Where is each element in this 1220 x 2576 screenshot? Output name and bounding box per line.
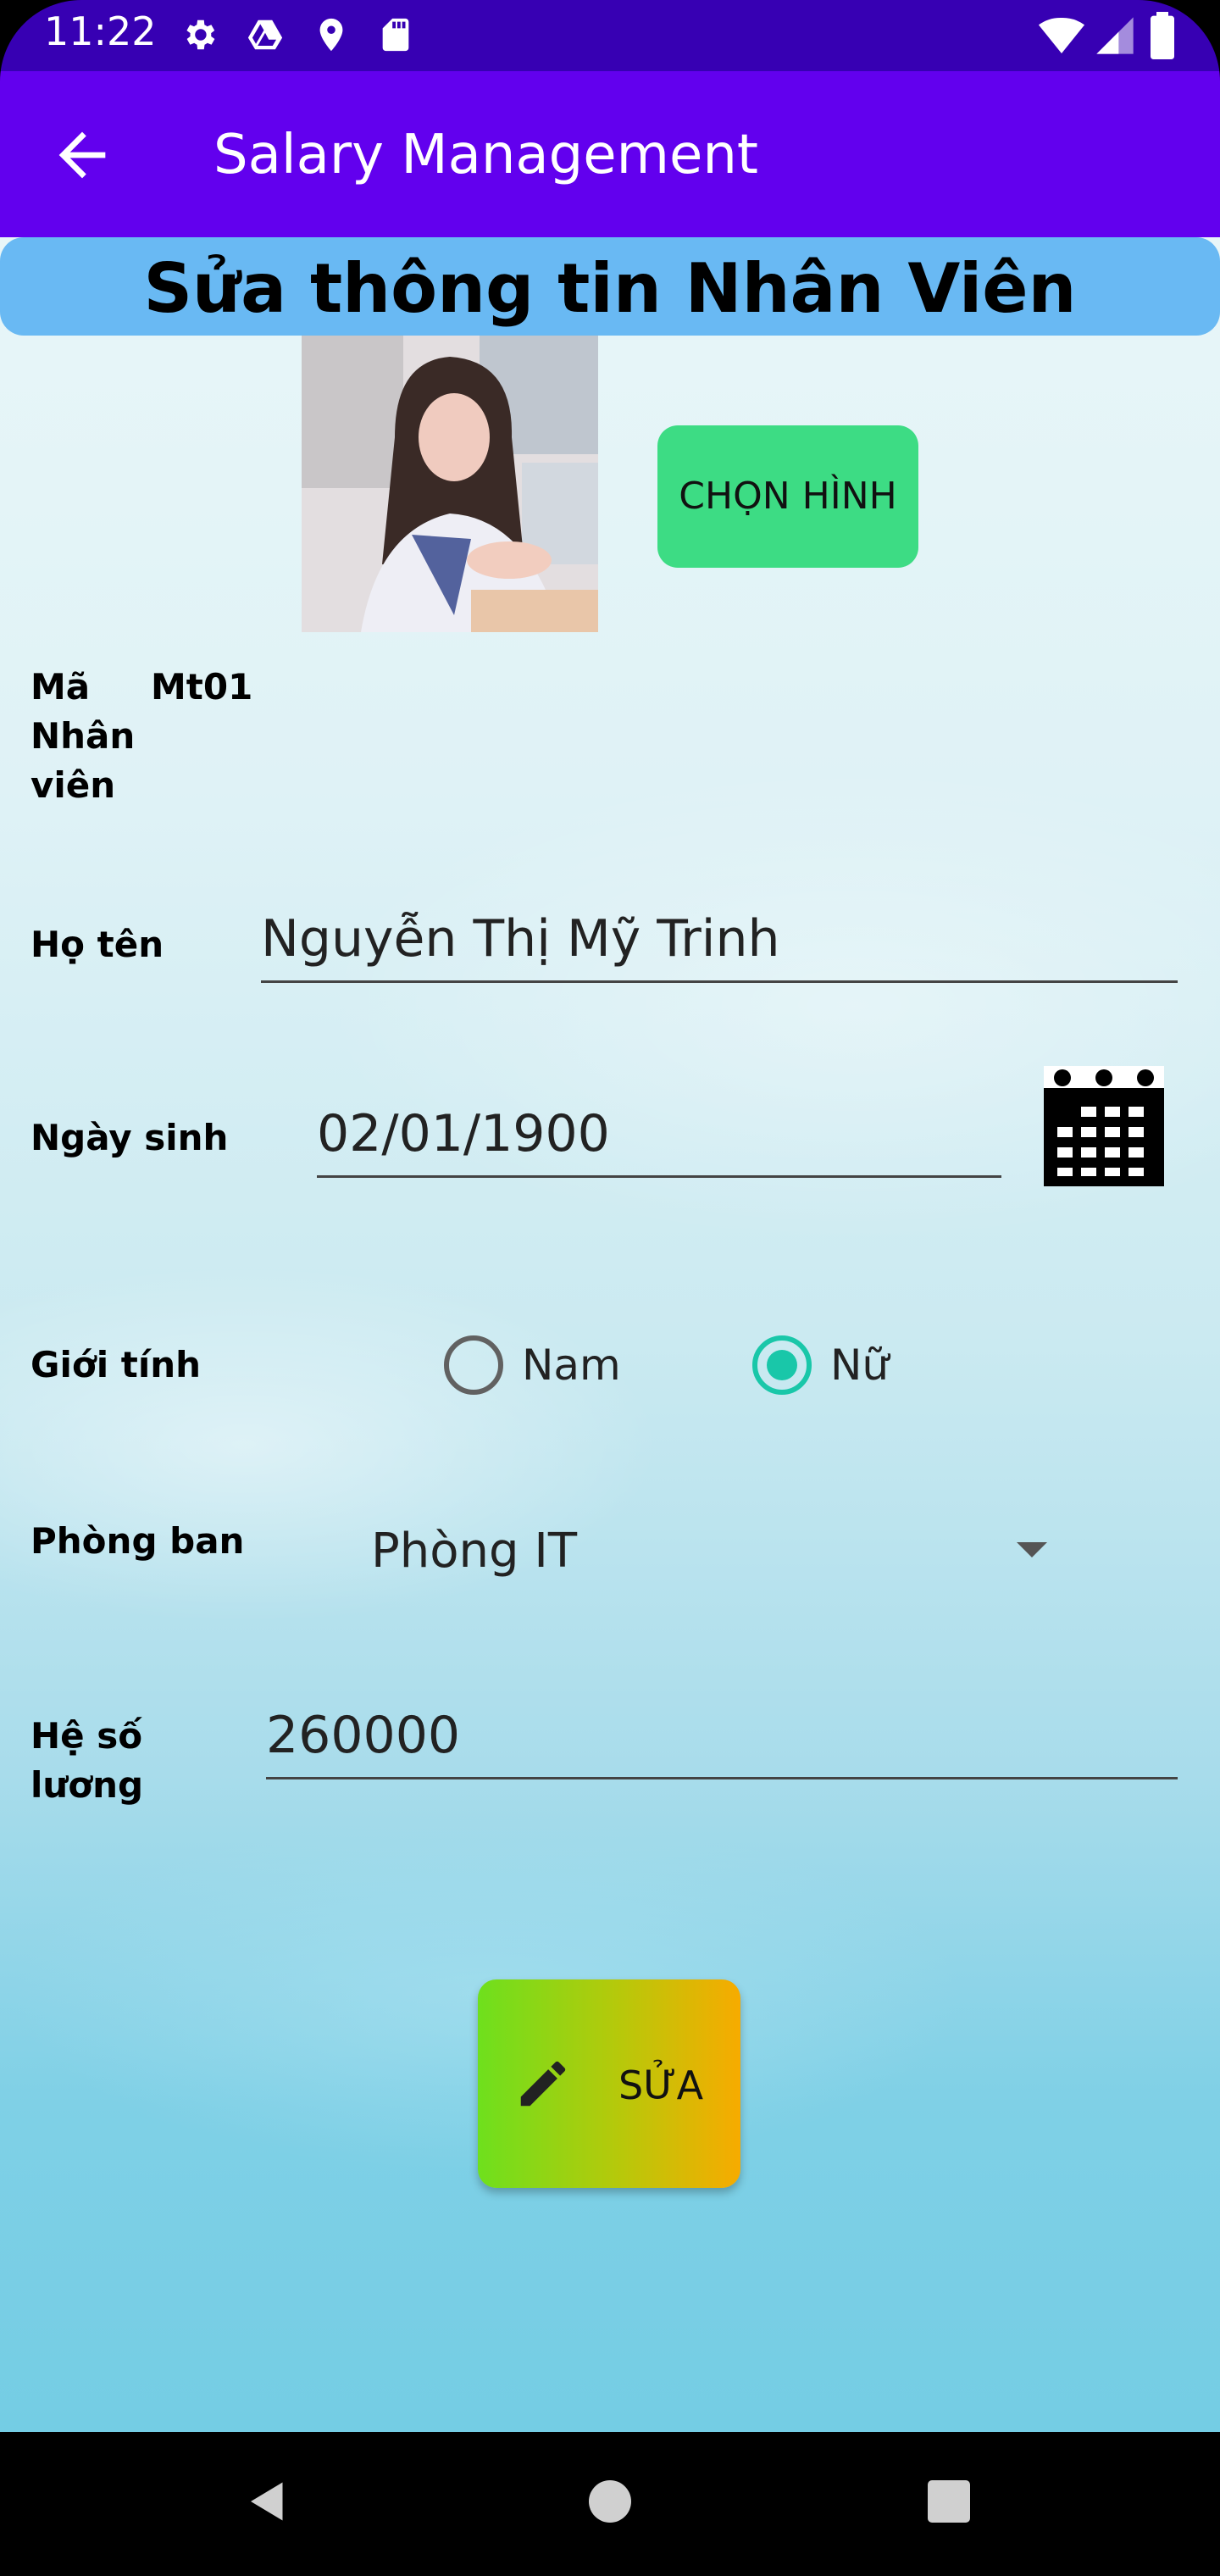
salary-coefficient-label: Hệ số lương [30,1715,144,1806]
edit-submit-label: SỬA [618,2062,704,2108]
edit-submit-button[interactable]: SỬA [478,1979,740,2188]
gender-label: Giới tính [30,1344,202,1385]
nav-back-icon[interactable] [242,2476,293,2527]
sd-card-icon [382,18,409,52]
heading-banner: Sửa thông tin Nhân Viên [0,237,1220,336]
full-name-value: Nguyễn Thị Mỹ Trinh [261,909,780,969]
department-selected-value: Phòng IT [371,1524,578,1579]
location-icon [319,18,343,52]
gender-option-label: Nữ [830,1341,890,1390]
birth-date-label: Ngày sinh [30,1117,229,1158]
phone-screen: 11:22 Salary Management Sửa thông tin Nh… [0,0,1220,2576]
gender-option-label: Nam [522,1341,621,1390]
back-arrow-icon[interactable] [47,120,117,190]
gear-icon [186,19,215,50]
edit-employee-form: Sửa thông tin Nhân Viên CHỌN HÌNH Mã Nhâ… [0,237,1220,2432]
radio-unchecked-icon [444,1335,503,1395]
employee-photo [302,336,598,632]
employee-id-value: Mt01 [151,666,253,708]
radio-selected-dot [767,1350,797,1380]
status-bar: 11:22 [0,0,1220,71]
app-bar: Salary Management [0,71,1220,237]
signal-icon [1096,17,1134,54]
wifi-icon [1038,17,1085,53]
birth-date-value: 02/01/1900 [317,1104,610,1163]
status-time: 11:22 [44,8,157,54]
drive-icon [247,19,283,50]
salary-coefficient-input[interactable]: 260000 [266,1695,1178,1779]
battery-icon [1151,12,1174,59]
nav-recents-icon[interactable] [923,2476,974,2527]
full-name-label: Họ tên [30,924,164,965]
system-nav-bar [0,2432,1220,2576]
birth-date-input[interactable]: 02/01/1900 [317,1091,1001,1178]
salary-coefficient-value: 260000 [266,1706,461,1765]
department-dropdown[interactable]: Phòng IT [356,1508,1084,1593]
calendar-icon[interactable] [1044,1066,1164,1186]
choose-image-button[interactable]: CHỌN HÌNH [657,425,918,568]
dropdown-arrow-icon [1017,1542,1047,1557]
gender-radio-female[interactable]: Nữ [752,1335,922,1396]
app-title: Salary Management [214,124,758,186]
gender-radio-male[interactable]: Nam [444,1335,647,1396]
pencil-icon [520,2061,566,2107]
choose-image-label: CHỌN HÌNH [679,475,897,518]
employee-id-label: Mã Nhân viên [30,666,136,806]
full-name-input[interactable]: Nguyễn Thị Mỹ Trinh [261,897,1178,983]
department-label: Phòng ban [30,1520,245,1562]
nav-home-icon[interactable] [585,2476,635,2527]
page-title: Sửa thông tin Nhân Viên [143,249,1077,328]
